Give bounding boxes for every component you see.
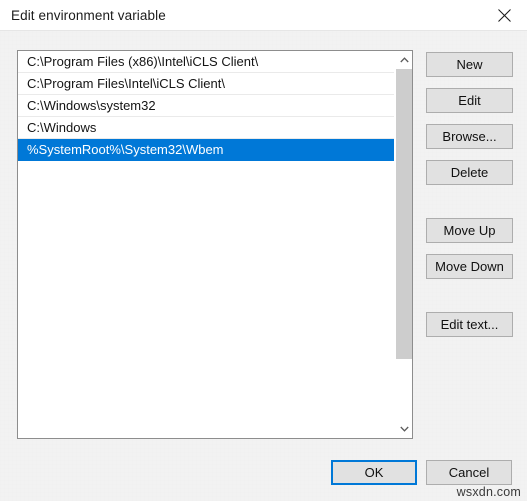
chevron-down-icon[interactable] xyxy=(395,420,412,438)
scrollbar-thumb[interactable] xyxy=(396,69,412,359)
list-item[interactable]: C:\Windows xyxy=(18,117,394,139)
window-title: Edit environment variable xyxy=(11,8,166,23)
chevron-up-icon[interactable] xyxy=(395,51,412,69)
move-down-button[interactable]: Move Down xyxy=(426,254,513,279)
scrollbar-track[interactable] xyxy=(395,69,412,420)
delete-button[interactable]: Delete xyxy=(426,160,513,185)
list-item[interactable]: C:\Program Files (x86)\Intel\iCLS Client… xyxy=(18,51,394,73)
watermark: wsxdn.com xyxy=(456,485,521,499)
new-button[interactable]: New xyxy=(426,52,513,77)
list-scrollbar[interactable] xyxy=(394,51,412,438)
close-icon[interactable] xyxy=(481,0,527,30)
path-list-box[interactable]: C:\Program Files (x86)\Intel\iCLS Client… xyxy=(17,50,413,439)
path-list-rows: C:\Program Files (x86)\Intel\iCLS Client… xyxy=(18,51,394,161)
list-item[interactable]: C:\Windows\system32 xyxy=(18,95,394,117)
move-up-button[interactable]: Move Up xyxy=(426,218,513,243)
ok-button[interactable]: OK xyxy=(331,460,417,485)
title-bar: Edit environment variable xyxy=(0,0,527,31)
list-item[interactable]: C:\Program Files\Intel\iCLS Client\ xyxy=(18,73,394,95)
cancel-button[interactable]: Cancel xyxy=(426,460,512,485)
edit-button[interactable]: Edit xyxy=(426,88,513,113)
list-item-selected[interactable]: %SystemRoot%\System32\Wbem xyxy=(18,139,394,161)
edit-text-button[interactable]: Edit text... xyxy=(426,312,513,337)
edit-environment-variable-dialog: Edit environment variable C:\Program Fil… xyxy=(0,0,527,501)
browse-button[interactable]: Browse... xyxy=(426,124,513,149)
dialog-body: C:\Program Files (x86)\Intel\iCLS Client… xyxy=(0,31,527,501)
